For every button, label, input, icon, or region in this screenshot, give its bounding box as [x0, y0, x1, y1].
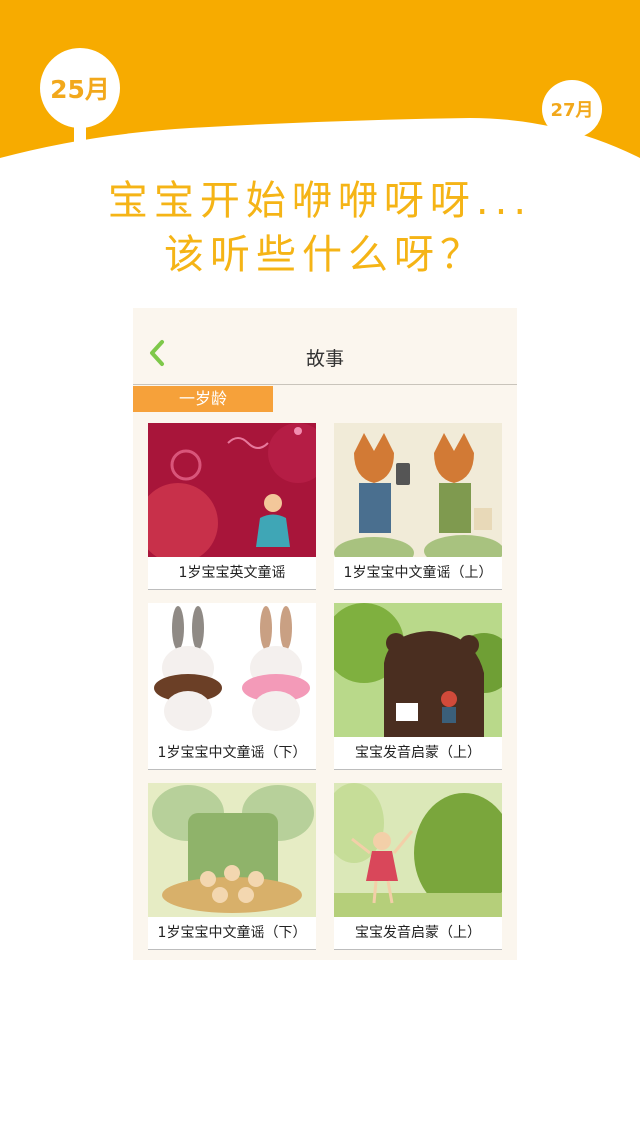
rabbits-donuts-illustration — [148, 603, 316, 737]
nav-title: 故事 — [305, 348, 344, 370]
bear-forest-illustration — [334, 603, 502, 737]
card-caption: 1岁宝宝中文童谣（下） — [148, 917, 316, 950]
app-screen: 故事 一岁龄 1岁宝宝英文童谣 1岁宝宝中文童谣（上） 1岁宝宝中文童谣（下） … — [133, 308, 517, 960]
headline-line-1: 宝宝开始咿咿呀呀... — [107, 178, 533, 224]
tree-house-children-illustration — [148, 783, 316, 917]
story-card[interactable]: 1岁宝宝中文童谣（下） — [148, 783, 316, 950]
month-25-bubble: 25月 — [40, 48, 120, 128]
girl-in-garden-illustration — [334, 783, 502, 917]
card-caption: 宝宝发音启蒙（上） — [334, 737, 502, 770]
story-card[interactable]: 1岁宝宝中文童谣（下） — [148, 603, 316, 770]
red-child-illustration — [148, 423, 316, 557]
story-card[interactable]: 宝宝发音启蒙（上） — [334, 783, 502, 950]
headline-line-2: 该听些什么呀？ — [164, 232, 486, 278]
story-card[interactable]: 1岁宝宝中文童谣（上） — [334, 423, 502, 590]
story-card[interactable]: 宝宝发音启蒙（上） — [334, 603, 502, 770]
card-caption: 1岁宝宝中文童谣（下） — [148, 737, 316, 770]
card-caption: 1岁宝宝中文童谣（上） — [334, 557, 502, 590]
two-foxes-illustration — [334, 423, 502, 557]
nav-bar: 故事 — [133, 308, 517, 385]
month-27-bubble: 27月 — [542, 80, 602, 138]
card-caption: 1岁宝宝英文童谣 — [148, 557, 316, 590]
story-card[interactable]: 1岁宝宝英文童谣 — [148, 423, 316, 590]
age-tag: 一岁龄 — [133, 386, 273, 412]
card-caption: 宝宝发音启蒙（上） — [334, 917, 502, 950]
